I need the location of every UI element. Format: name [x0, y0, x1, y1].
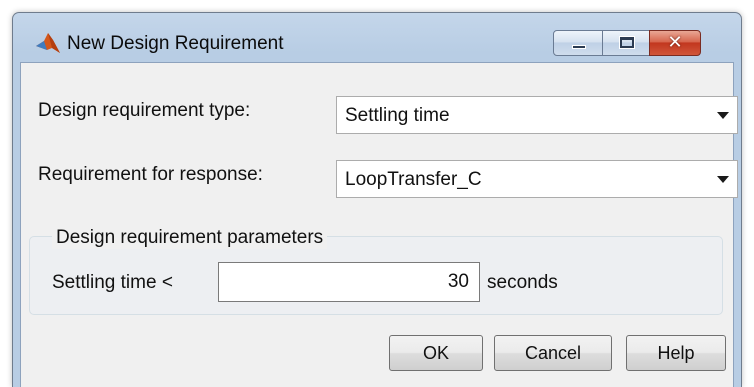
- maximize-button[interactable]: [602, 30, 650, 56]
- ok-button[interactable]: OK: [389, 335, 483, 371]
- parameters-group-title: Design requirement parameters: [52, 227, 328, 249]
- minimize-button[interactable]: [553, 30, 603, 56]
- requirement-type-dropdown[interactable]: Settling time: [336, 96, 738, 134]
- settling-time-input[interactable]: [219, 263, 479, 301]
- cancel-button[interactable]: Cancel: [494, 335, 612, 371]
- chevron-down-icon[interactable]: [707, 97, 737, 133]
- response-label: Requirement for response:: [38, 164, 263, 185]
- help-button[interactable]: Help: [626, 335, 726, 371]
- requirement-type-label: Design requirement type:: [38, 100, 251, 121]
- settling-time-field[interactable]: [218, 262, 480, 302]
- maximize-icon: [619, 36, 635, 49]
- chevron-down-icon[interactable]: [707, 161, 737, 197]
- window-title: New Design Requirement: [67, 33, 284, 54]
- close-button[interactable]: ✕: [649, 30, 701, 56]
- title-bar[interactable]: New Design Requirement ✕: [13, 13, 741, 63]
- minimize-icon: [572, 45, 586, 49]
- close-icon: ✕: [667, 32, 683, 53]
- response-value: LoopTransfer_C: [345, 169, 482, 190]
- units-label: seconds: [487, 272, 558, 293]
- settling-time-label: Settling time <: [52, 272, 173, 293]
- matlab-logo-icon: [35, 31, 61, 55]
- response-dropdown[interactable]: LoopTransfer_C: [336, 160, 738, 198]
- requirement-type-value: Settling time: [345, 105, 450, 126]
